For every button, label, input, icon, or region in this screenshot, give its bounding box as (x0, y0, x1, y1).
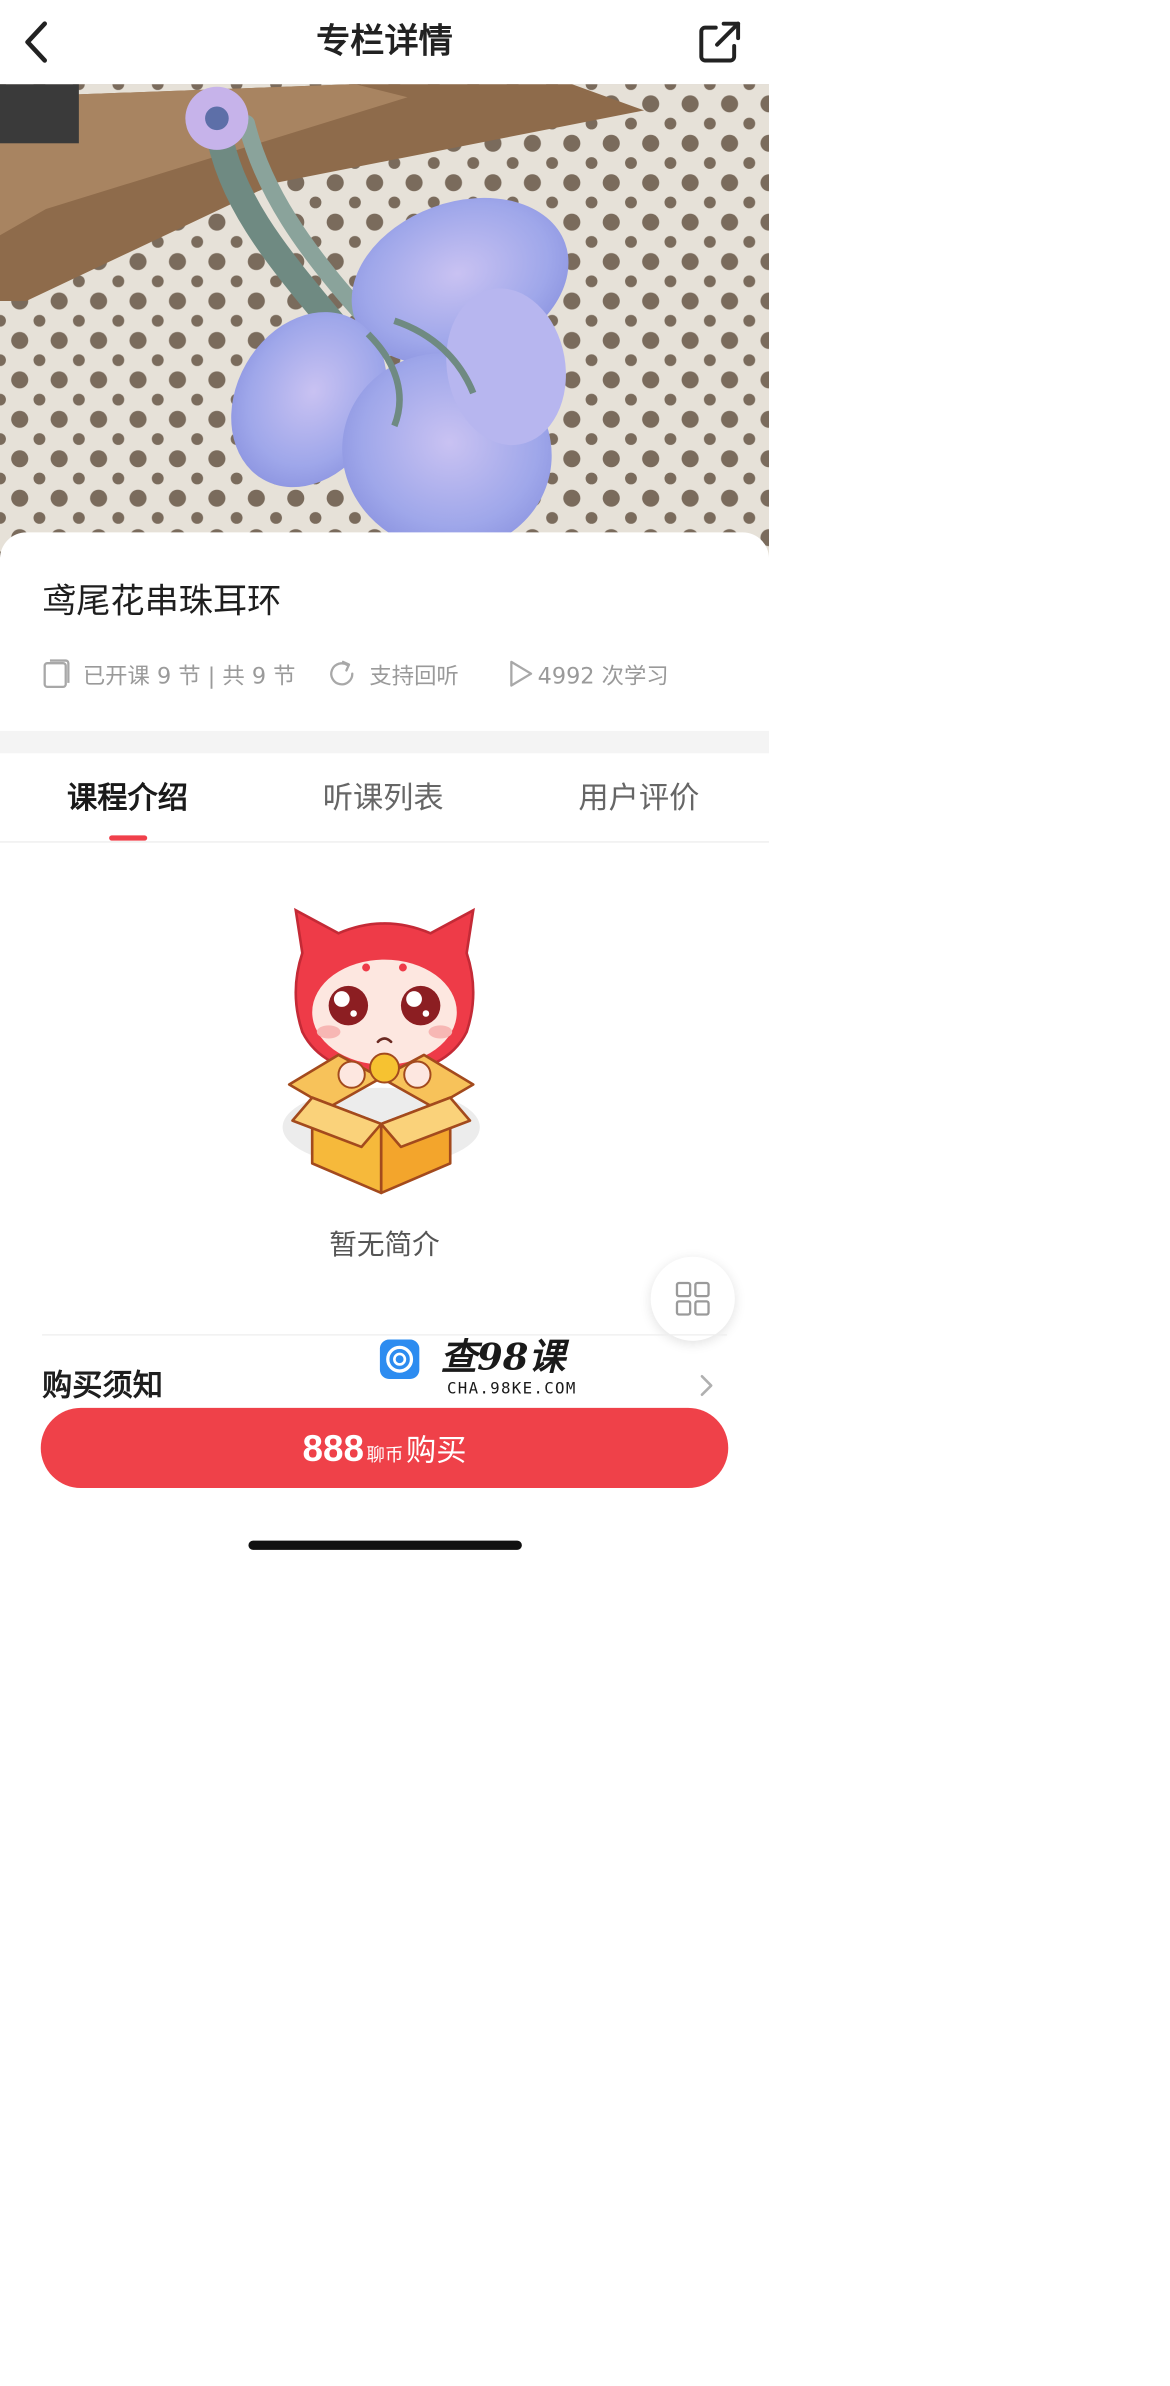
watermark-name: 查98课 (440, 1335, 566, 1379)
watermark: 查98课 CHA.98KE.COM (379, 1334, 590, 1406)
share-button[interactable] (693, 16, 746, 69)
replay-info: 支持回听 (326, 651, 459, 697)
tab-user-reviews[interactable]: 用户评价 (540, 774, 737, 820)
refresh-icon (330, 660, 354, 686)
document-icon (43, 659, 70, 688)
share-external-icon (699, 21, 741, 63)
watermark-domain: CHA.98KE.COM (446, 1378, 577, 1398)
grid-menu-button[interactable] (650, 1256, 735, 1341)
course-cover-image (0, 84, 770, 558)
watermark-logo-icon (379, 1339, 420, 1379)
grid-icon (675, 1281, 710, 1316)
lessons-info: 已开课 9 节 | 共 9 节 (42, 651, 295, 697)
buy-label: 购买 (406, 1432, 467, 1468)
price-value: 888 (302, 1427, 364, 1469)
page-title: 专栏详情 (316, 21, 453, 62)
buy-button[interactable]: 888 聊币 购买 (40, 1407, 729, 1489)
purchase-notice-label[interactable]: 购买须知 (42, 1362, 163, 1408)
tab-course-intro[interactable]: 课程介绍 (29, 774, 226, 820)
chevron-right-icon[interactable] (697, 1372, 717, 1398)
home-indicator (248, 1540, 522, 1550)
course-info-card (0, 532, 770, 737)
empty-state-mascot-illustration (276, 907, 493, 1196)
lessons-text: 已开课 9 节 | 共 9 节 (82, 662, 296, 690)
price-unit: 聊币 (366, 1444, 404, 1466)
course-title: 鸢尾花串珠耳环 (42, 581, 282, 622)
plays-text: 4992 次学习 (537, 662, 669, 690)
tab-lesson-list[interactable]: 听课列表 (285, 774, 482, 820)
active-tab-indicator (109, 835, 148, 841)
plays-info: 4992 次学习 (507, 651, 669, 697)
play-icon (510, 660, 533, 687)
empty-state-text: 暂无简介 (329, 1228, 440, 1261)
replay-text: 支持回听 (369, 662, 459, 690)
section-separator (0, 730, 770, 754)
